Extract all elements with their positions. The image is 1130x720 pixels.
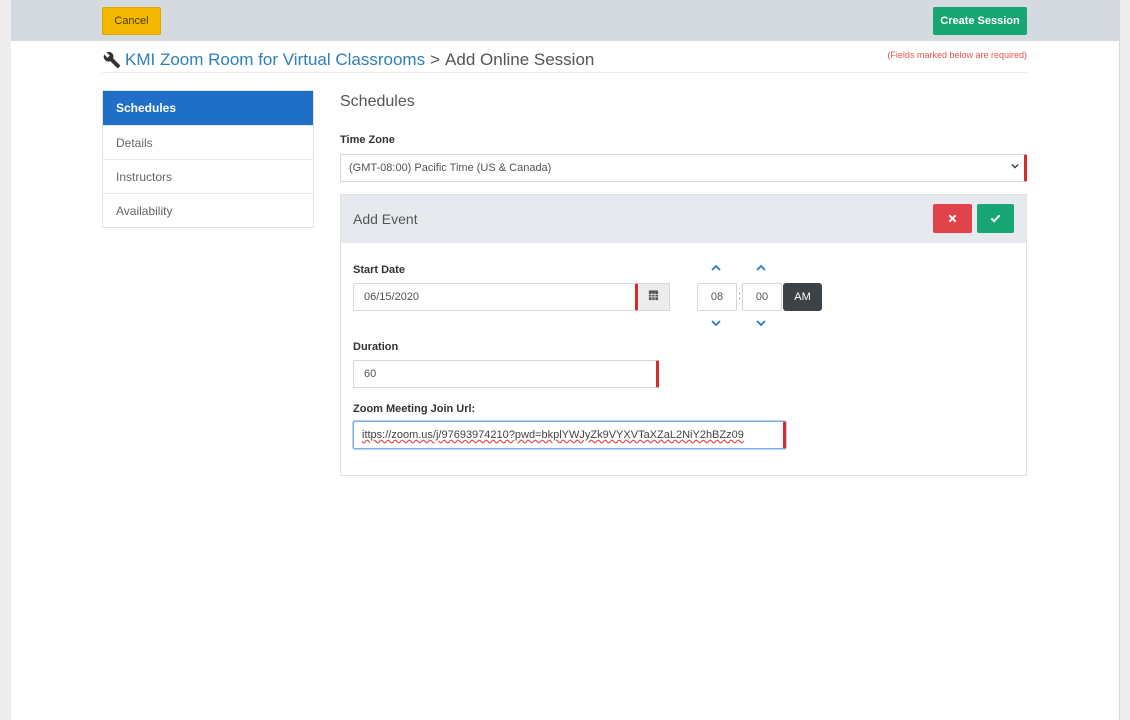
cancel-button[interactable]: Cancel [102,7,161,35]
timezone-value: (GMT-08:00) Pacific Time (US & Canada) [349,162,552,174]
sidebar-item-availability[interactable]: Availability [103,193,313,227]
calendar-button[interactable] [638,283,670,311]
discard-event-button[interactable] [933,204,972,233]
page-title: Add Online Session [445,50,595,69]
wrench-icon [102,50,122,70]
start-date-input[interactable]: 06/15/2020 [353,283,638,311]
breadcrumb-separator: > [430,50,441,69]
zoom-url-label: Zoom Meeting Join Url: [353,403,476,415]
check-icon [990,212,1001,226]
header-divider [102,72,1027,73]
window-left-edge [0,0,11,720]
timezone-label: Time Zone [340,134,395,146]
duration-label: Duration [353,341,399,353]
zoom-url-value: ittps://zoom.us/j/97693974210?pwd=bkplYW… [362,429,744,441]
hour-up-chevron-icon[interactable] [710,262,722,272]
times-icon [948,211,957,226]
minute-down-chevron-icon[interactable] [755,318,767,328]
am-pm-toggle[interactable]: AM [783,283,822,311]
hour-down-chevron-icon[interactable] [710,318,722,328]
minute-up-chevron-icon[interactable] [755,262,767,272]
breadcrumb-parent-link[interactable]: KMI Zoom Room for Virtual Classrooms [125,50,425,70]
sidebar-item-details[interactable]: Details [103,125,313,159]
hour-input[interactable]: 08 [697,283,737,311]
zoom-url-input[interactable]: ittps://zoom.us/j/97693974210?pwd=bkplYW… [353,421,786,449]
window-right-edge [1119,0,1130,720]
add-event-title: Add Event [353,211,418,227]
create-session-button[interactable]: Create Session [933,7,1027,35]
sidebar-nav: Schedules Details Instructors Availabili… [102,90,314,228]
timezone-select[interactable]: (GMT-08:00) Pacific Time (US & Canada) [340,154,1027,182]
add-event-header: Add Event [341,195,1026,243]
breadcrumb: KMI Zoom Room for Virtual Classrooms > A… [102,49,594,71]
minute-input[interactable]: 00 [742,283,782,311]
required-fields-note: (Fields marked below are required) [887,50,1027,60]
duration-input[interactable]: 60 [353,360,659,388]
calendar-icon [648,288,659,306]
chevron-down-icon [1011,162,1019,173]
sidebar-item-schedules[interactable]: Schedules [103,91,313,125]
confirm-event-button[interactable] [977,204,1014,233]
start-date-label: Start Date [353,264,405,276]
section-title: Schedules [340,93,415,110]
sidebar-item-instructors[interactable]: Instructors [103,159,313,193]
time-separator: : [738,290,742,302]
